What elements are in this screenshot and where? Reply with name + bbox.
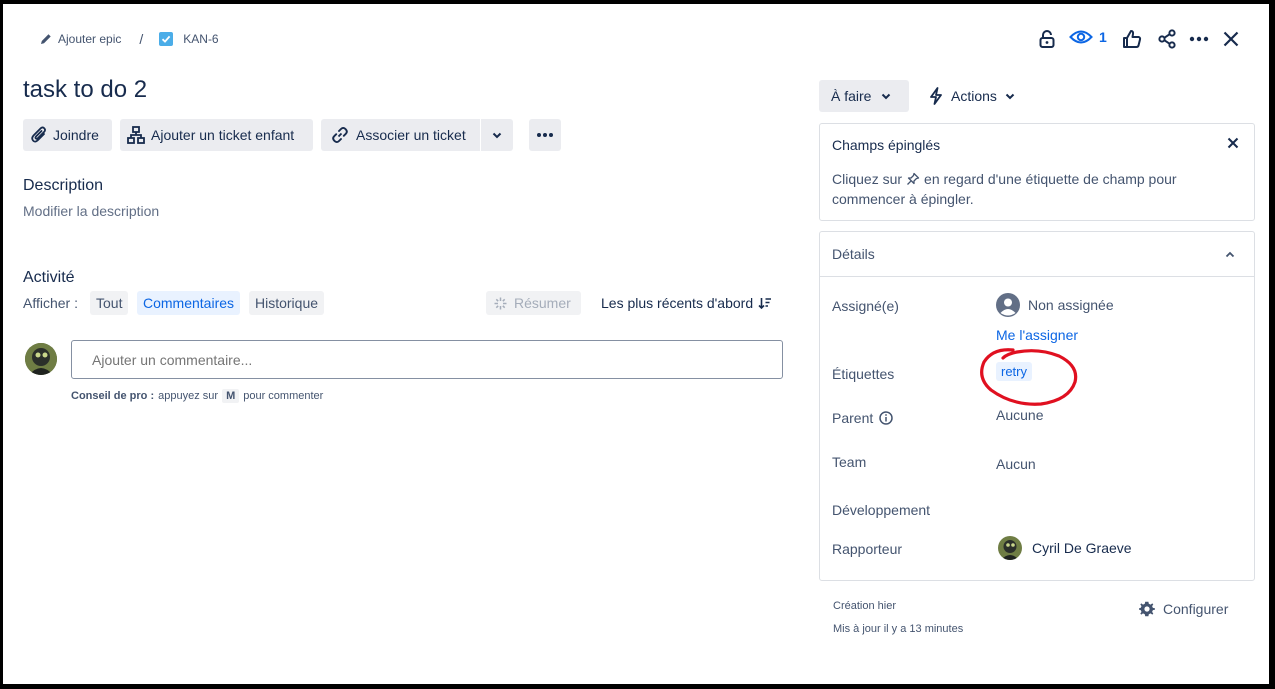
summarize-label: Résumer — [514, 295, 571, 311]
configure-button[interactable]: Configurer — [1139, 601, 1228, 617]
pinned-help-line1: Cliquez sur en regard d'une étiquette de… — [832, 171, 1177, 187]
sort-descending-icon — [758, 297, 772, 310]
filter-history-button[interactable]: Historique — [249, 291, 325, 315]
pinned-help-line2: commencer à épingler. — [832, 191, 974, 207]
add-epic-link[interactable]: Ajouter epic — [58, 32, 121, 46]
task-type-icon — [159, 32, 174, 46]
team-label: Team — [832, 454, 867, 470]
ellipsis-icon — [536, 132, 554, 138]
reporter-label: Rapporteur — [832, 541, 903, 557]
lock-icon[interactable] — [1033, 25, 1061, 53]
pinned-fields-panel: Champs épinglés Cliquez sur en regard d'… — [819, 123, 1255, 221]
comment-input[interactable] — [71, 340, 783, 379]
watch-button[interactable]: 1 — [1069, 28, 1107, 46]
assignee-field[interactable]: Non assignée — [996, 293, 1114, 317]
link-issue-dropdown[interactable] — [481, 119, 513, 151]
keyboard-key: M — [222, 389, 240, 403]
hierarchy-icon — [127, 126, 145, 144]
created-text: Création hier — [833, 600, 896, 612]
eye-icon — [1069, 28, 1093, 46]
parent-label: Parent — [832, 410, 874, 426]
issue-key-link[interactable]: KAN-6 — [183, 32, 218, 46]
pinned-text-before: Cliquez sur — [832, 171, 903, 187]
paperclip-icon — [31, 126, 47, 144]
add-child-issue-button[interactable]: Ajouter un ticket enfant — [120, 119, 313, 151]
summarize-button[interactable]: Résumer — [486, 291, 581, 315]
chevron-down-icon — [881, 93, 891, 100]
annotation-circle — [973, 340, 1083, 412]
sort-label: Les plus récents d'abord — [601, 295, 754, 311]
issue-title[interactable]: task to do 2 — [23, 76, 147, 104]
labels-label: Étiquettes — [832, 366, 895, 382]
chevron-down-icon — [492, 132, 502, 139]
add-child-label: Ajouter un ticket enfant — [151, 127, 295, 143]
sort-button[interactable]: Les plus récents d'abord — [601, 295, 772, 311]
pin-icon — [906, 172, 920, 186]
pencil-icon — [40, 33, 52, 45]
info-icon[interactable] — [879, 411, 893, 425]
thumbs-up-icon[interactable] — [1118, 25, 1146, 53]
link-issue-label: Associer un ticket — [356, 127, 466, 143]
reporter-field[interactable]: Cyril De Graeve — [998, 536, 1132, 560]
actions-dropdown[interactable]: Actions — [929, 80, 1015, 112]
link-icon — [331, 126, 349, 144]
current-user-avatar — [25, 343, 57, 375]
close-icon[interactable] — [1217, 25, 1245, 53]
breadcrumb-separator: / — [139, 31, 144, 47]
parent-label-group: Parent — [832, 410, 893, 426]
watch-count: 1 — [1099, 29, 1107, 45]
close-icon[interactable] — [1227, 137, 1239, 149]
details-title: Détails — [832, 246, 875, 262]
attach-button[interactable]: Joindre — [23, 119, 112, 151]
activity-heading: Activité — [23, 269, 75, 286]
pinned-title: Champs épinglés — [832, 137, 941, 153]
chevron-up-icon — [1225, 251, 1235, 258]
show-label: Afficher : — [23, 295, 78, 311]
actions-label: Actions — [951, 88, 997, 104]
team-value[interactable]: Aucun — [996, 456, 1036, 472]
share-icon[interactable] — [1153, 25, 1181, 53]
issue-view: Ajouter epic / KAN-6 1 task to do 2 Join… — [3, 4, 1269, 684]
configure-label: Configurer — [1163, 601, 1229, 617]
pro-tip: Conseil de pro : appuyez sur M pour comm… — [71, 389, 323, 403]
link-issue-button[interactable]: Associer un ticket — [321, 119, 480, 151]
chevron-down-icon — [1005, 93, 1015, 100]
pro-tip-after: pour commenter — [243, 390, 324, 402]
reporter-value: Cyril De Graeve — [1032, 540, 1132, 556]
more-toolbar-button[interactable] — [529, 119, 561, 151]
reporter-avatar — [998, 536, 1022, 560]
description-editor[interactable]: Modifier la description — [23, 203, 159, 219]
pro-tip-before: appuyez sur — [158, 390, 219, 402]
pinned-text-after: en regard d'une étiquette de champ pour — [924, 171, 1177, 187]
status-label: À faire — [831, 88, 872, 104]
more-actions-icon[interactable] — [1185, 25, 1213, 53]
breadcrumb: Ajouter epic / KAN-6 — [40, 31, 219, 47]
description-heading: Description — [23, 177, 104, 194]
pro-tip-label: Conseil de pro : — [71, 390, 155, 402]
gear-icon — [1139, 601, 1155, 617]
filter-all-button[interactable]: Tout — [90, 291, 129, 315]
unassigned-avatar-icon — [996, 293, 1020, 317]
lightning-icon — [929, 87, 943, 105]
filter-comments-button[interactable]: Commentaires — [137, 291, 241, 315]
updated-text: Mis à jour il y a 13 minutes — [833, 623, 964, 635]
details-header[interactable]: Détails — [820, 232, 1254, 277]
assignee-label: Assigné(e) — [832, 298, 899, 314]
attach-label: Joindre — [53, 127, 99, 143]
sparkle-icon — [494, 297, 507, 310]
status-dropdown[interactable]: À faire — [819, 80, 909, 112]
development-label: Développement — [832, 502, 931, 518]
assignee-value: Non assignée — [1028, 297, 1114, 313]
